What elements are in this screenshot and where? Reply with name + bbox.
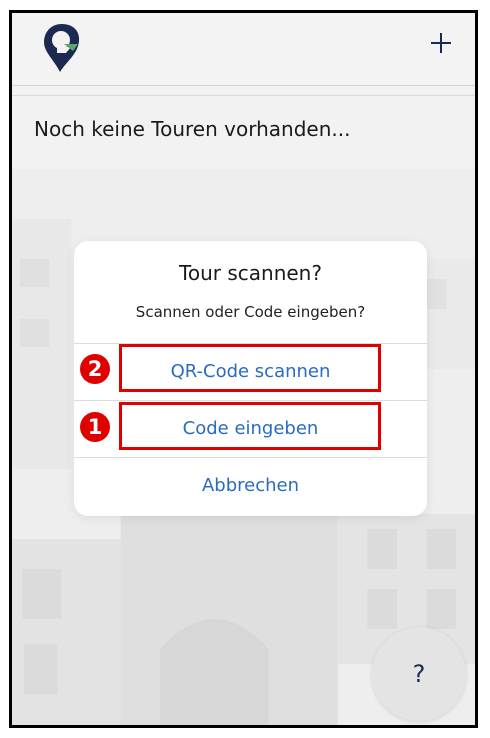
dialog-message: Scannen oder Code eingeben? xyxy=(135,303,366,321)
plus-icon[interactable] xyxy=(423,25,459,61)
qr-scan-highlight-box xyxy=(119,344,381,392)
cancel-button[interactable]: Abbrechen xyxy=(74,458,427,514)
help-button[interactable]: ? xyxy=(372,627,466,721)
enter-code-highlight-box xyxy=(119,402,381,450)
step-1-badge: 1 xyxy=(80,412,110,442)
step-2-badge: 2 xyxy=(80,354,110,384)
empty-tours-row: Noch keine Touren vorhanden... xyxy=(12,95,475,170)
empty-tours-text: Noch keine Touren vorhanden... xyxy=(34,117,351,141)
top-bar xyxy=(12,13,475,86)
map-pin-logo-icon xyxy=(44,24,80,72)
dialog-title: Tour scannen? xyxy=(179,261,322,285)
